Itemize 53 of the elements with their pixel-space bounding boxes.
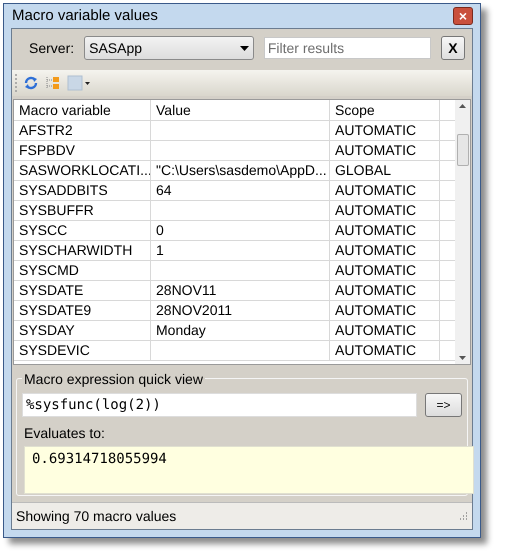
evaluate-button[interactable]: => xyxy=(425,393,462,417)
table-cell: AUTOMATIC xyxy=(330,201,440,220)
table-cell: AUTOMATIC xyxy=(330,221,440,240)
table-cell: "C:\Users\sasdemo\AppD... xyxy=(151,161,330,180)
tree-view-icon[interactable] xyxy=(45,75,61,91)
table-cell: SYSDEVIC xyxy=(14,341,151,360)
table-cell: AUTOMATIC xyxy=(330,281,440,300)
table-cell: SYSADDBITS xyxy=(14,181,151,200)
table-cell: 0 xyxy=(151,221,330,240)
table-cell: AUTOMATIC xyxy=(330,141,440,160)
table-cell: SYSCMD xyxy=(14,261,151,280)
expression-field[interactable]: %sysfunc(log(2)) xyxy=(22,393,417,417)
table-cell: AUTOMATIC xyxy=(330,341,440,360)
table-cell: AUTOMATIC xyxy=(330,121,440,140)
table-cell: SYSDAY xyxy=(14,321,151,340)
vertical-scrollbar[interactable] xyxy=(455,100,470,364)
table-cell: 64 xyxy=(151,181,330,200)
scrollbar-thumb[interactable] xyxy=(456,134,468,166)
table-cell: Monday xyxy=(151,321,330,340)
table-cell: FSPBDV xyxy=(14,141,151,160)
table-cell: AUTOMATIC xyxy=(330,261,440,280)
table-cell: 1 xyxy=(151,241,330,260)
table-cell: AUTOMATIC xyxy=(330,321,440,340)
result-label: Evaluates to: xyxy=(24,424,106,443)
table-cell: AUTOMATIC xyxy=(330,181,440,200)
table-cell: 28NOV11 xyxy=(151,281,330,300)
filter-field[interactable]: Filter results xyxy=(264,37,431,59)
dropdown-arrow-icon xyxy=(240,46,249,50)
scroll-down-arrow-icon[interactable] xyxy=(459,356,466,360)
table-cell: GLOBAL xyxy=(330,161,440,180)
server-dropdown[interactable]: SASApp xyxy=(84,36,254,60)
table-cell: SYSBUFFR xyxy=(14,201,151,220)
status-text: Showing 70 macro values xyxy=(16,506,176,526)
table-cell: 28NOV2011 xyxy=(151,301,330,320)
table-cell: SYSCC xyxy=(14,221,151,240)
column-header[interactable]: Macro variable xyxy=(14,100,151,120)
table-cell: SYSCHARWIDTH xyxy=(14,241,151,260)
table-cell: SYSDATE9 xyxy=(14,301,151,320)
clear-filter-button[interactable]: X xyxy=(440,36,465,60)
refresh-icon[interactable] xyxy=(23,75,39,91)
column-header[interactable]: Scope xyxy=(330,100,440,120)
column-header[interactable]: Value xyxy=(151,100,330,120)
table-cell: AUTOMATIC xyxy=(330,241,440,260)
close-button[interactable]: × xyxy=(453,7,473,25)
resize-grip-icon[interactable] xyxy=(458,511,468,521)
result-output: 0.69314718055994 xyxy=(24,446,474,494)
grid-dropdown-icon[interactable] xyxy=(67,75,91,91)
table-cell: AFSTR2 xyxy=(14,121,151,140)
table-cell: AUTOMATIC xyxy=(330,301,440,320)
scroll-up-arrow-icon[interactable] xyxy=(459,104,466,108)
server-label: Server: xyxy=(29,38,74,58)
table-cell: SYSDATE xyxy=(14,281,151,300)
window-title: Macro variable values xyxy=(11,6,158,26)
